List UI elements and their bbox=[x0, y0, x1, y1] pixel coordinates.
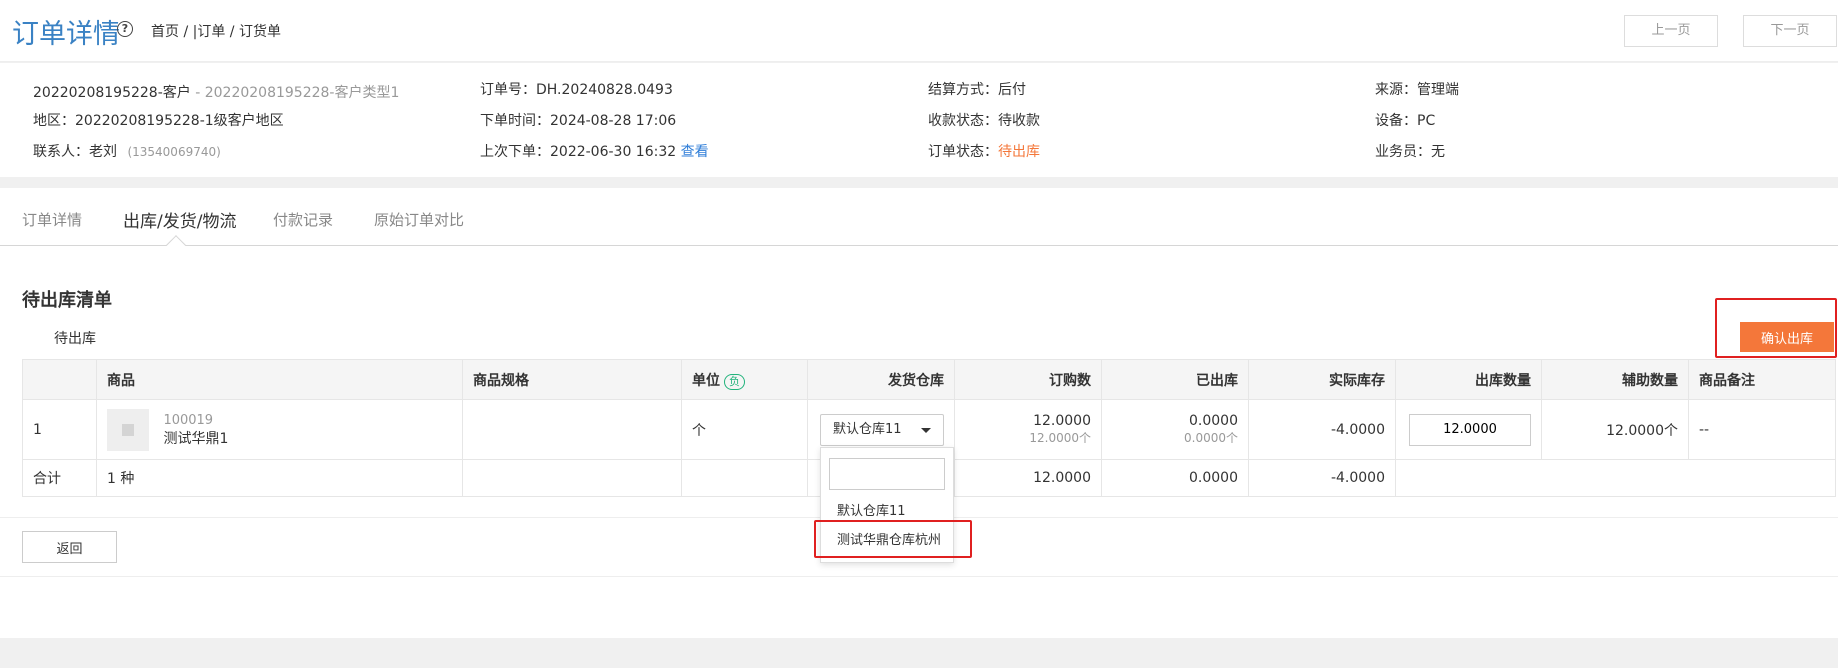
table-header-row: 商品 商品规格 单位负 发货仓库 订购数 已出库 实际库存 出库数量 辅助数量 … bbox=[22, 359, 1836, 400]
summary-label: 合计 bbox=[22, 459, 97, 497]
contact-name: 联系人：老刘 bbox=[33, 144, 117, 160]
row-stock: -4.0000 bbox=[1248, 399, 1396, 460]
col-unit-label: 单位 bbox=[692, 372, 720, 389]
content-panel: 订单详情 出库/发货/物流 付款记录 原始订单对比 待出库清单 待出库 确认出库… bbox=[0, 188, 1838, 638]
product-name[interactable]: 测试华鼎1 bbox=[163, 431, 228, 447]
order-device: 设备：PC bbox=[1375, 113, 1436, 129]
tab-original-order-compare[interactable]: 原始订单对比 bbox=[374, 209, 464, 230]
warehouse-option-highlight bbox=[814, 520, 972, 558]
order-source: 来源：管理端 bbox=[1375, 82, 1459, 98]
section-title: 待出库清单 bbox=[22, 290, 112, 311]
col-shipped: 已出库 bbox=[1101, 359, 1249, 400]
confirm-outbound-button[interactable]: 确认出库 bbox=[1740, 322, 1834, 352]
warehouse-option[interactable]: 默认仓库11 bbox=[837, 500, 906, 519]
active-tab-indicator bbox=[166, 235, 186, 255]
col-warehouse: 发货仓库 bbox=[807, 359, 955, 400]
payment-status: 收款状态：待收款 bbox=[928, 113, 1040, 129]
summary-ordered: 12.0000 bbox=[954, 459, 1102, 497]
tab-outbound-shipping[interactable]: 出库/发货/物流 bbox=[123, 207, 236, 232]
order-time: 下单时间：2024-08-28 17:06 bbox=[480, 113, 677, 129]
product-image-icon bbox=[107, 408, 149, 451]
col-index bbox=[22, 359, 97, 400]
row-out-qty bbox=[1395, 399, 1542, 460]
col-ordered: 订购数 bbox=[954, 359, 1102, 400]
row-spec bbox=[462, 399, 682, 460]
shipped-qty-unit: 0.0000个 bbox=[1184, 430, 1238, 445]
order-number: 订单号：DH.20240828.0493 bbox=[480, 82, 673, 98]
warehouse-select[interactable]: 默认仓库11 bbox=[820, 413, 944, 446]
ordered-qty: 12.0000 bbox=[1033, 412, 1091, 429]
col-stock: 实际库存 bbox=[1248, 359, 1396, 400]
next-page-button[interactable]: 下一页 bbox=[1743, 15, 1837, 47]
region-info: 地区：20220208195228-1级客户地区 bbox=[33, 113, 284, 129]
product-code: 100019 bbox=[163, 413, 214, 428]
row-remark: -- bbox=[1688, 399, 1836, 460]
shipped-qty: 0.0000 bbox=[1189, 412, 1238, 429]
customer-info: 20220208195228-客户 - 20220208195228-客户类型1 bbox=[33, 82, 399, 102]
divider bbox=[0, 576, 1838, 577]
back-button[interactable]: 返回 bbox=[22, 531, 117, 563]
col-unit: 单位负 bbox=[681, 359, 808, 400]
out-qty-input[interactable] bbox=[1409, 413, 1531, 446]
pending-label: 待出库 bbox=[54, 331, 96, 347]
help-icon[interactable]: ? bbox=[117, 21, 133, 37]
col-spec: 商品规格 bbox=[462, 359, 682, 400]
summary-spec bbox=[462, 459, 682, 497]
warehouse-search-input[interactable] bbox=[829, 458, 945, 490]
col-aux-qty: 辅助数量 bbox=[1541, 359, 1689, 400]
summary-kinds: 1 种 bbox=[96, 459, 463, 497]
row-shipped: 0.0000 0.0000个 bbox=[1101, 399, 1249, 460]
last-order-time: 上次下单：2022-06-30 16:32 bbox=[480, 144, 677, 160]
contact-info: 联系人：老刘 (13540069740) bbox=[33, 141, 221, 161]
col-out-qty: 出库数量 bbox=[1395, 359, 1542, 400]
summary-unit bbox=[681, 459, 808, 497]
unit-tag-badge[interactable]: 负 bbox=[724, 373, 745, 390]
product-text: 100019 测试华鼎1 bbox=[163, 411, 228, 448]
settlement-method: 结算方式：后付 bbox=[928, 82, 1026, 98]
customer-type: - 20220208195228-客户类型1 bbox=[190, 85, 400, 101]
order-status-badge: 待出库 bbox=[998, 144, 1040, 160]
order-status: 订单状态：待出库 bbox=[928, 141, 1040, 161]
tab-payment-records[interactable]: 付款记录 bbox=[273, 209, 333, 230]
order-status-label: 订单状态： bbox=[928, 144, 998, 160]
contact-phone: (13540069740) bbox=[127, 145, 221, 159]
row-ordered: 12.0000 12.0000个 bbox=[954, 399, 1102, 460]
summary-stock: -4.0000 bbox=[1248, 459, 1396, 497]
summary-empty bbox=[1395, 459, 1836, 497]
header: 订单详情 ? 首页 / |订单 / 订货单 上一页 下一页 bbox=[0, 0, 1838, 62]
chevron-down-icon bbox=[921, 427, 931, 433]
row-unit: 个 bbox=[681, 399, 808, 460]
customer-name: 20220208195228-客户 bbox=[33, 85, 191, 101]
breadcrumb[interactable]: 首页 / |订单 / 订货单 bbox=[151, 21, 281, 41]
tab-order-detail[interactable]: 订单详情 bbox=[22, 209, 82, 230]
page-title: 订单详情 bbox=[12, 19, 120, 50]
row-product: 100019 测试华鼎1 bbox=[96, 399, 463, 460]
last-order-info: 上次下单：2022-06-30 16:32 查看 bbox=[480, 141, 709, 161]
row-index: 1 bbox=[22, 399, 97, 460]
ordered-qty-unit: 12.0000个 bbox=[1029, 430, 1091, 445]
salesperson: 业务员：无 bbox=[1375, 144, 1445, 160]
order-info: 20220208195228-客户 - 20220208195228-客户类型1… bbox=[0, 63, 1838, 177]
warehouse-select-value: 默认仓库11 bbox=[833, 421, 902, 437]
col-product: 商品 bbox=[96, 359, 463, 400]
summary-shipped: 0.0000 bbox=[1101, 459, 1249, 497]
prev-page-button[interactable]: 上一页 bbox=[1624, 15, 1718, 47]
tab-bar: 订单详情 出库/发货/物流 付款记录 原始订单对比 bbox=[0, 188, 1838, 255]
view-last-order-link[interactable]: 查看 bbox=[681, 144, 709, 160]
col-remark: 商品备注 bbox=[1688, 359, 1836, 400]
page: 订单详情 ? 首页 / |订单 / 订货单 上一页 下一页 2022020819… bbox=[0, 0, 1838, 668]
row-aux-qty: 12.0000个 bbox=[1541, 399, 1689, 460]
